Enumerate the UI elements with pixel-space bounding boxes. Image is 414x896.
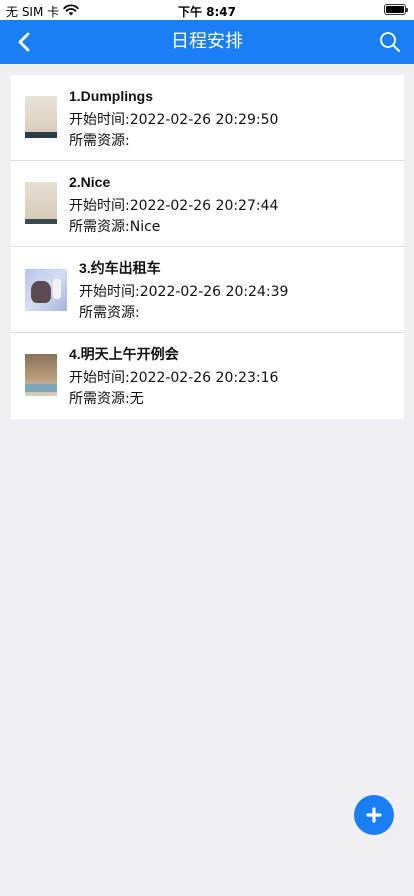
search-button[interactable] (376, 28, 404, 56)
start-time-value: 2022-02-26 20:27:44 (129, 198, 279, 214)
schedule-item[interactable]: 1.Dumplings 开始时间:2022-02-26 20:29:50 所需资… (11, 75, 404, 161)
start-time-row: 开始时间:2022-02-26 20:29:50 (69, 110, 278, 131)
search-icon (380, 32, 400, 52)
resource-row: 所需资源: (69, 131, 278, 152)
schedule-texts: 4.明天上午开例会 开始时间:2022-02-26 20:23:16 所需资源:… (69, 345, 278, 410)
schedule-title: 2.Nice (69, 174, 111, 190)
schedule-title: 4.明天上午开例会 (69, 346, 179, 362)
battery-icon (384, 4, 408, 15)
schedule-title: 1.Dumplings (69, 88, 154, 104)
add-schedule-button[interactable] (354, 795, 394, 835)
nav-bar: 日程安排 (0, 20, 414, 64)
resource-value: Nice (129, 219, 161, 235)
start-time-row: 开始时间:2022-02-26 20:27:44 (69, 196, 278, 217)
start-time-label: 开始时间: (69, 198, 130, 214)
resource-value: 无 (129, 391, 144, 407)
page-title: 日程安排 (171, 31, 243, 52)
status-bar: 无 SIM 卡 下午 8:47 (0, 0, 414, 20)
start-time-label: 开始时间: (69, 370, 130, 386)
status-time: 下午 8:47 (177, 5, 237, 19)
resource-row: 所需资源:Nice (69, 217, 278, 238)
schedule-texts: 3.约车出租车 开始时间:2022-02-26 20:24:39 所需资源: (79, 259, 288, 324)
resource-label: 所需资源: (79, 305, 140, 321)
resource-row: 所需资源: (79, 303, 288, 324)
start-time-value: 2022-02-26 20:23:16 (129, 370, 279, 386)
resource-label: 所需资源: (69, 219, 130, 235)
plus-icon (366, 807, 382, 823)
start-time-label: 开始时间: (69, 112, 130, 128)
schedule-texts: 1.Dumplings 开始时间:2022-02-26 20:29:50 所需资… (69, 87, 278, 152)
resource-row: 所需资源:无 (69, 389, 278, 410)
start-time-label: 开始时间: (79, 284, 140, 300)
resource-label: 所需资源: (69, 391, 130, 407)
schedule-item[interactable]: 2.Nice 开始时间:2022-02-26 20:27:44 所需资源:Nic… (11, 161, 404, 247)
schedule-texts: 2.Nice 开始时间:2022-02-26 20:27:44 所需资源:Nic… (69, 173, 278, 238)
start-time-row: 开始时间:2022-02-26 20:24:39 (79, 282, 288, 303)
schedule-thumbnail (25, 354, 57, 396)
schedule-title: 3.约车出租车 (79, 260, 161, 276)
schedule-item[interactable]: 4.明天上午开例会 开始时间:2022-02-26 20:23:16 所需资源:… (11, 333, 404, 419)
schedule-thumbnail (25, 269, 67, 311)
schedule-thumbnail (25, 96, 57, 138)
schedule-list: 1.Dumplings 开始时间:2022-02-26 20:29:50 所需资… (11, 75, 404, 419)
start-time-value: 2022-02-26 20:24:39 (139, 284, 289, 300)
schedule-thumbnail (25, 182, 57, 224)
start-time-row: 开始时间:2022-02-26 20:23:16 (69, 368, 278, 389)
start-time-value: 2022-02-26 20:29:50 (129, 112, 279, 128)
schedule-item[interactable]: 3.约车出租车 开始时间:2022-02-26 20:24:39 所需资源: (11, 247, 404, 333)
resource-label: 所需资源: (69, 133, 130, 149)
